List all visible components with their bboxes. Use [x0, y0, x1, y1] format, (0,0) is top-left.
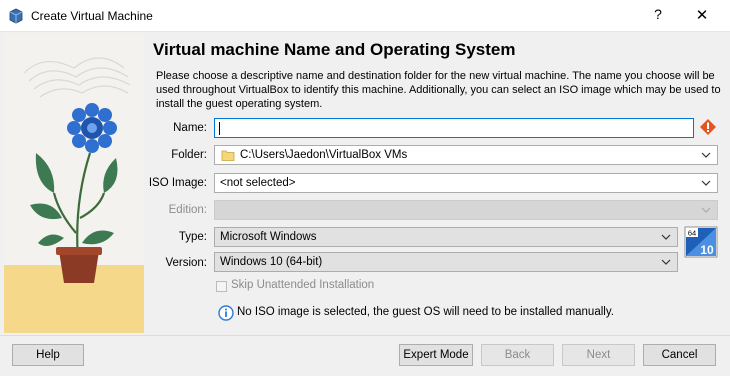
info-icon	[218, 305, 234, 321]
os-bits-text: 64	[688, 229, 696, 238]
context-help-button[interactable]: ?	[650, 6, 666, 22]
expert-mode-button[interactable]: Expert Mode	[399, 344, 473, 366]
chevron-down-icon	[661, 234, 671, 240]
chevron-down-icon	[701, 152, 711, 158]
name-label: Name:	[173, 122, 207, 134]
type-combobox[interactable]: Microsoft Windows	[214, 227, 678, 247]
iso-image-combobox[interactable]: <not selected>	[214, 173, 718, 193]
folder-icon	[221, 150, 235, 161]
chevron-down-icon	[701, 180, 711, 186]
edition-label: Edition:	[168, 204, 207, 216]
edition-combobox[interactable]	[214, 200, 718, 220]
title-bar: Create Virtual Machine ? ✕	[0, 0, 730, 32]
skip-unattended-checkbox[interactable]	[216, 281, 227, 292]
type-label: Type:	[178, 231, 207, 243]
iso-image-value: <not selected>	[220, 177, 296, 189]
version-combobox[interactable]: Windows 10 (64-bit)	[214, 252, 678, 272]
folder-combobox[interactable]: C:\Users\Jaedon\VirtualBox VMs	[214, 145, 718, 165]
chevron-down-icon	[701, 207, 711, 213]
folder-value: C:\Users\Jaedon\VirtualBox VMs	[240, 149, 408, 161]
iso-image-label: ISO Image:	[148, 177, 207, 189]
iso-info-message: No ISO image is selected, the guest OS w…	[237, 306, 614, 318]
next-button[interactable]: Next	[562, 344, 635, 366]
window-title: Create Virtual Machine	[31, 9, 153, 23]
chevron-down-icon	[661, 259, 671, 265]
name-input[interactable]	[214, 118, 694, 138]
windows-10-64bit-icon: 64 10	[684, 226, 718, 258]
text-cursor	[219, 122, 220, 135]
page-description: Please choose a descriptive name and des…	[156, 70, 721, 110]
skip-unattended-label: Skip Unattended Installation	[231, 279, 375, 291]
os-version-text: 10	[700, 243, 714, 257]
help-button[interactable]: Help	[12, 344, 84, 366]
folder-label: Folder:	[171, 149, 207, 161]
page-heading: Virtual machine Name and Operating Syste…	[153, 40, 516, 59]
back-button[interactable]: Back	[481, 344, 554, 366]
version-label: Version:	[165, 257, 207, 269]
version-value: Windows 10 (64-bit)	[220, 256, 323, 268]
close-button[interactable]: ✕	[690, 6, 714, 24]
cancel-button[interactable]: Cancel	[643, 344, 716, 366]
virtualbox-icon	[9, 8, 23, 24]
type-value: Microsoft Windows	[220, 231, 317, 243]
warning-icon	[700, 119, 716, 135]
